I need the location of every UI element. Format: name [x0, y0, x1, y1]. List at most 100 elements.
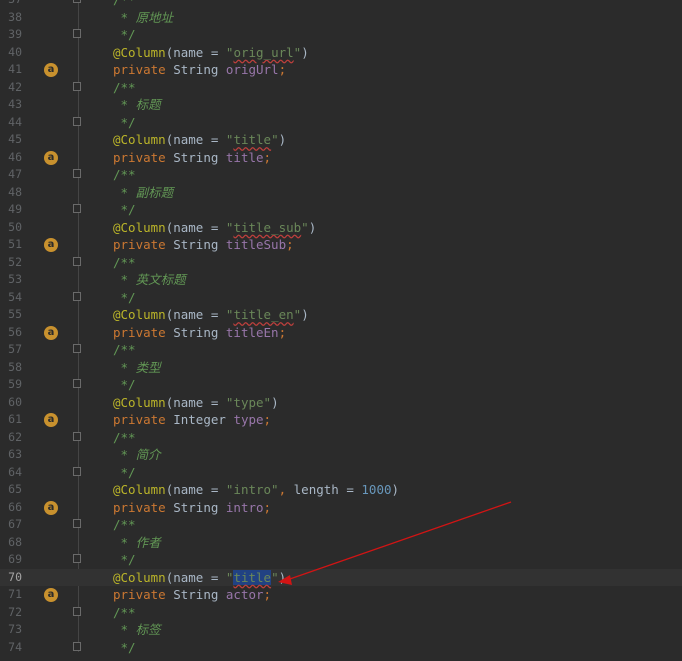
code-line[interactable]: 38 * 原地址	[0, 9, 682, 27]
code-text[interactable]: * 标签	[113, 621, 161, 639]
fold-toggle-icon[interactable]	[73, 169, 81, 178]
code-line[interactable]: 52 /**	[0, 254, 682, 272]
bean-field-icon[interactable]: a	[44, 588, 58, 602]
fold-toggle-icon[interactable]	[73, 0, 81, 3]
line-number[interactable]: 59	[0, 376, 22, 394]
code-text[interactable]: * 英文标题	[113, 271, 186, 289]
code-line[interactable]: 64 */	[0, 464, 682, 482]
line-number[interactable]: 51	[0, 236, 22, 254]
line-number[interactable]: 70	[0, 569, 22, 587]
code-text[interactable]: private String titleSub;	[113, 236, 294, 254]
line-number[interactable]: 63	[0, 446, 22, 464]
code-text[interactable]: * 简介	[113, 446, 161, 464]
code-line[interactable]: 72 /**	[0, 604, 682, 622]
fold-toggle-icon[interactable]	[73, 466, 81, 476]
line-number[interactable]: 69	[0, 551, 22, 569]
line-number[interactable]: 41	[0, 61, 22, 79]
code-line[interactable]: 44 */	[0, 114, 682, 132]
code-text[interactable]: /**	[113, 429, 136, 447]
code-text[interactable]: @Column(name = "type")	[113, 394, 279, 412]
code-line[interactable]: 39 */	[0, 26, 682, 44]
code-text[interactable]: @Column(name = "title")	[113, 131, 286, 149]
code-line[interactable]: 41 a private String origUrl;	[0, 61, 682, 79]
code-text[interactable]: */	[113, 639, 136, 657]
line-number[interactable]: 47	[0, 166, 22, 184]
code-text[interactable]: */	[113, 289, 136, 307]
line-number[interactable]: 72	[0, 604, 22, 622]
line-number[interactable]: 54	[0, 289, 22, 307]
code-text[interactable]: */	[113, 201, 136, 219]
code-text[interactable]: */	[113, 376, 136, 394]
code-line[interactable]: 65 @Column(name = "intro", length = 1000)	[0, 481, 682, 499]
line-number[interactable]: 50	[0, 219, 22, 237]
code-line[interactable]: 46 a private String title;	[0, 149, 682, 167]
code-line[interactable]: 58 * 类型	[0, 359, 682, 377]
code-text[interactable]: /**	[113, 341, 136, 359]
code-line[interactable]: 74 */	[0, 639, 682, 657]
code-text[interactable]: @Column(name = "title")	[113, 569, 286, 587]
code-text[interactable]: * 作者	[113, 534, 161, 552]
line-number[interactable]: 68	[0, 534, 22, 552]
line-number[interactable]: 40	[0, 44, 22, 62]
code-line[interactable]: 69 */	[0, 551, 682, 569]
code-line[interactable]: 60 @Column(name = "type")	[0, 394, 682, 412]
code-text[interactable]: */	[113, 26, 136, 44]
line-number[interactable]: 71	[0, 586, 22, 604]
code-text[interactable]: * 副标题	[113, 184, 174, 202]
code-line[interactable]: 40 @Column(name = "orig_url")	[0, 44, 682, 62]
line-number[interactable]: 46	[0, 149, 22, 167]
line-number[interactable]: 37	[0, 0, 22, 9]
bean-field-icon[interactable]: a	[44, 63, 58, 77]
code-text[interactable]: /**	[113, 79, 136, 97]
code-text[interactable]: * 标题	[113, 96, 161, 114]
line-number[interactable]: 67	[0, 516, 22, 534]
bean-field-icon[interactable]: a	[44, 325, 58, 340]
code-text[interactable]: private String title;	[113, 149, 271, 167]
code-text[interactable]: /**	[113, 254, 136, 272]
code-text[interactable]: * 原地址	[113, 9, 174, 27]
bean-field-icon[interactable]: a	[44, 413, 58, 427]
line-number[interactable]: 49	[0, 201, 22, 219]
line-number[interactable]: 44	[0, 114, 22, 132]
line-number[interactable]: 42	[0, 79, 22, 97]
fold-toggle-icon[interactable]	[73, 29, 81, 38]
code-line[interactable]: 56 a private String titleEn;	[0, 324, 682, 342]
fold-toggle-icon[interactable]	[73, 81, 81, 91]
code-line[interactable]: 70 @Column(name = "title")	[0, 568, 682, 587]
code-line[interactable]: 43 * 标题	[0, 96, 682, 114]
code-line[interactable]: 42 /**	[0, 79, 682, 97]
line-number[interactable]: 43	[0, 96, 22, 114]
fold-toggle-icon[interactable]	[73, 291, 81, 301]
code-line[interactable]: 54 */	[0, 289, 682, 307]
fold-toggle-icon[interactable]	[73, 606, 81, 616]
code-line[interactable]: 66 a private String intro;	[0, 499, 682, 517]
code-text[interactable]: @Column(name = "orig_url")	[113, 44, 309, 62]
line-number[interactable]: 65	[0, 481, 22, 499]
code-text[interactable]: */	[113, 551, 136, 569]
fold-toggle-icon[interactable]	[73, 204, 81, 213]
code-line[interactable]: 71 a private String actor;	[0, 586, 682, 604]
code-text[interactable]: private String origUrl;	[113, 61, 286, 79]
line-number[interactable]: 48	[0, 184, 22, 202]
code-editor[interactable]: 37 /** 38 * 原地址39 */40 @Column(name = "orig…	[0, 0, 682, 656]
line-number[interactable]: 57	[0, 341, 22, 359]
line-number[interactable]: 62	[0, 429, 22, 447]
code-text[interactable]: @Column(name = "intro", length = 1000)	[113, 481, 399, 499]
code-line[interactable]: 45 @Column(name = "title")	[0, 131, 682, 149]
code-text[interactable]: /**	[113, 516, 136, 534]
code-line[interactable]: 62 /**	[0, 429, 682, 447]
line-number[interactable]: 58	[0, 359, 22, 377]
fold-toggle-icon[interactable]	[73, 116, 81, 126]
code-line[interactable]: 51 a private String titleSub;	[0, 236, 682, 254]
fold-toggle-icon[interactable]	[73, 256, 81, 266]
code-line[interactable]: 48 * 副标题	[0, 184, 682, 202]
selected-text[interactable]: title	[233, 569, 272, 585]
bean-field-icon[interactable]: a	[44, 500, 58, 515]
code-line[interactable]: 55 @Column(name = "title_en")	[0, 306, 682, 324]
line-number[interactable]: 55	[0, 306, 22, 324]
code-text[interactable]: /**	[113, 166, 136, 184]
code-text[interactable]: @Column(name = "title_en")	[113, 306, 309, 324]
line-number[interactable]: 53	[0, 271, 22, 289]
fold-toggle-icon[interactable]	[73, 344, 81, 353]
line-number[interactable]: 38	[0, 9, 22, 27]
